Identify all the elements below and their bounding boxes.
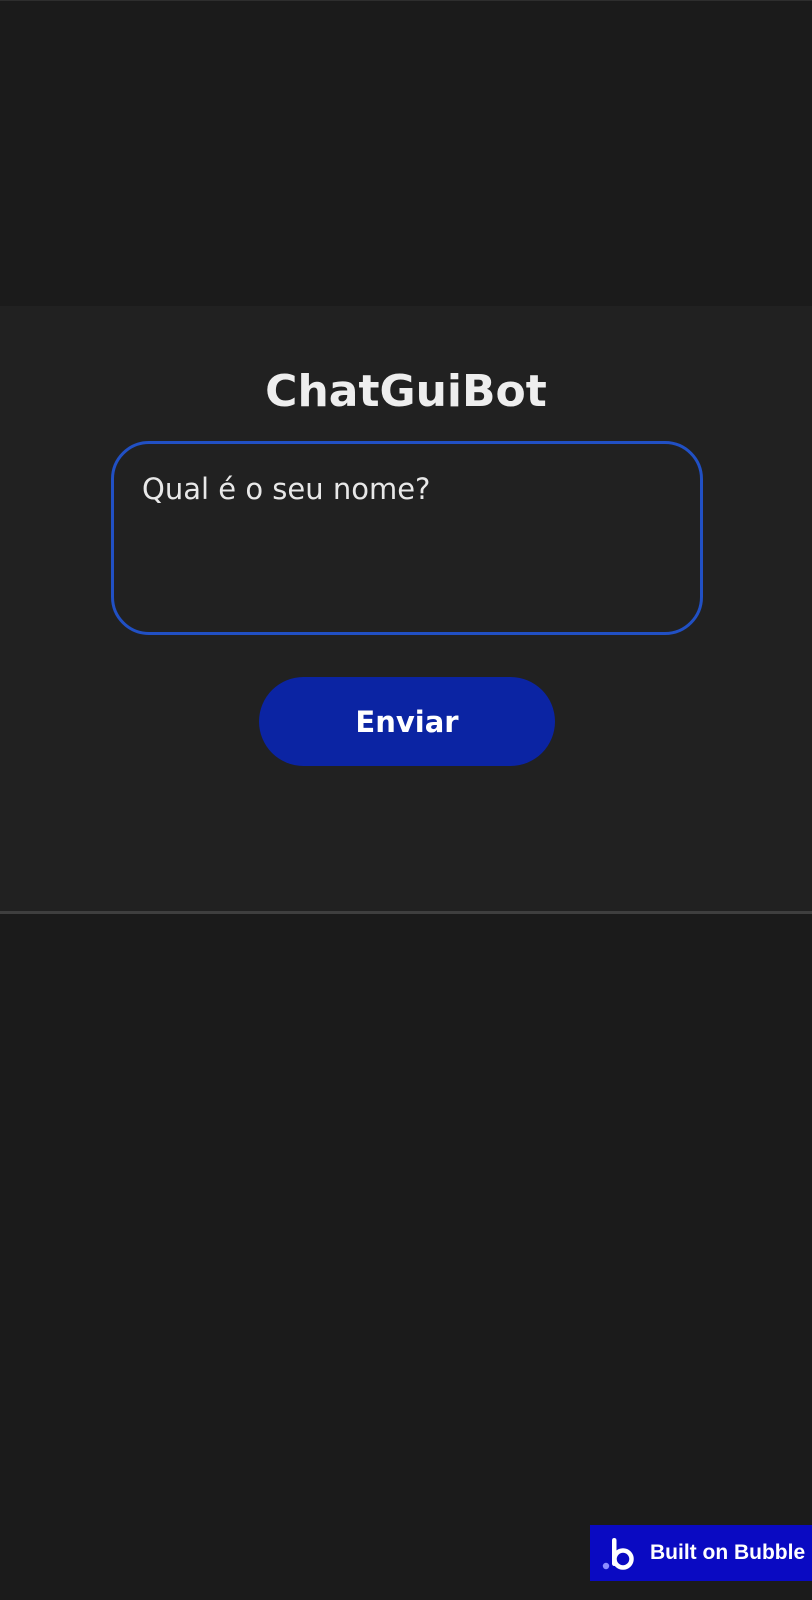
top-border bbox=[0, 0, 812, 1]
bubble-logo-icon bbox=[602, 1538, 634, 1570]
page-title: ChatGuiBot bbox=[265, 366, 547, 417]
chat-panel: ChatGuiBot Enviar bbox=[0, 306, 812, 914]
badge-label: Built on Bubble bbox=[650, 1541, 806, 1564]
built-on-bubble-badge[interactable]: Built on Bubble bbox=[590, 1525, 812, 1581]
question-input[interactable] bbox=[111, 441, 703, 635]
send-button[interactable]: Enviar bbox=[259, 677, 555, 766]
